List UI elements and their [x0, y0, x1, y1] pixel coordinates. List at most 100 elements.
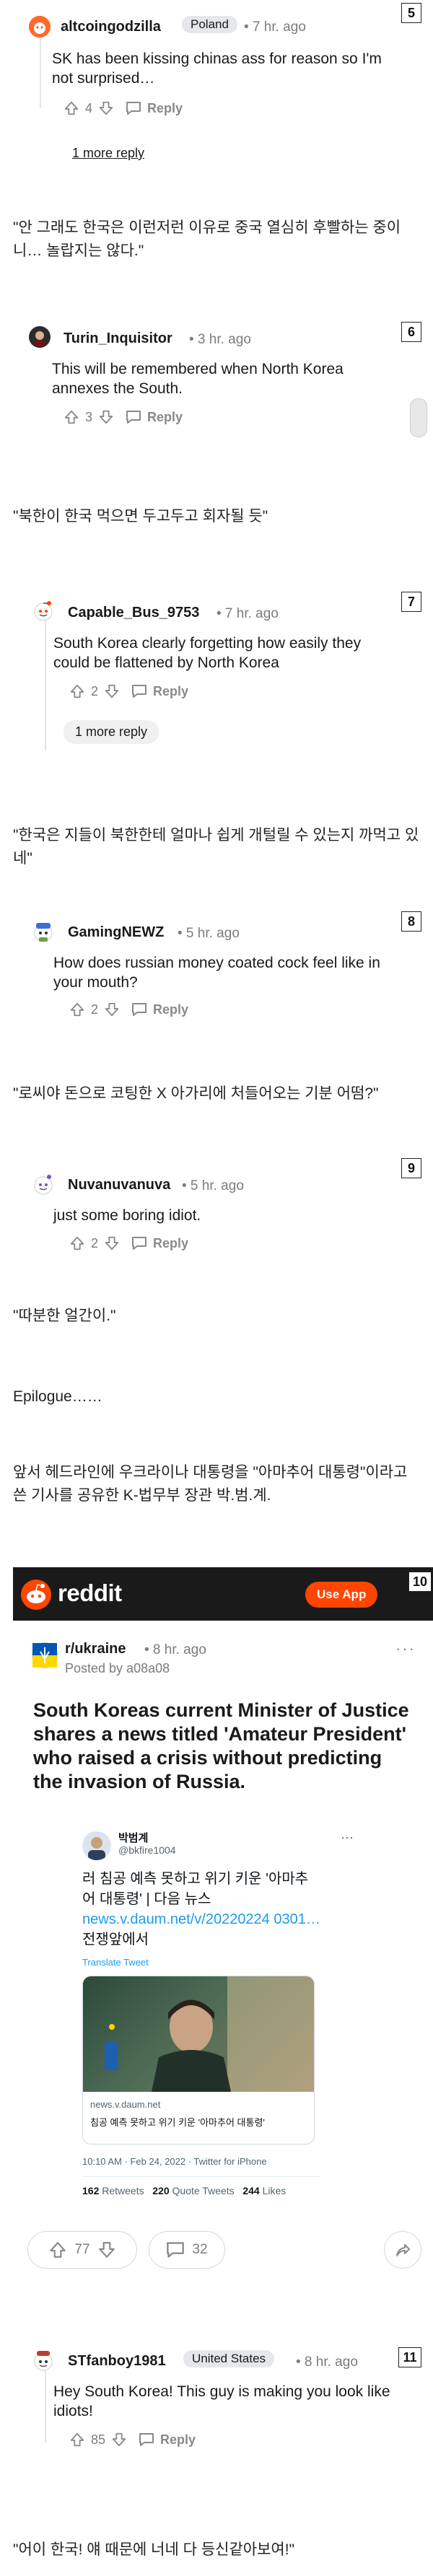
vote-count: 2: [91, 1002, 99, 1017]
more-replies-button[interactable]: 1 more reply: [64, 720, 159, 744]
timestamp: • 5 hr. ago: [182, 1178, 244, 1193]
translate-tweet-link[interactable]: Translate Tweet: [82, 1957, 149, 1968]
downvote-icon[interactable]: [98, 409, 114, 425]
post-title[interactable]: South Koreas current Minister of Justice…: [33, 1699, 416, 1794]
tweet-trail: 전쟁앞에서: [82, 1932, 149, 1948]
reddit-app-header: reddit Use App 10: [13, 1567, 433, 1621]
downvote-icon[interactable]: [111, 2432, 127, 2448]
comment-number: 5: [401, 3, 421, 23]
comment-number: 6: [401, 322, 421, 342]
use-app-button[interactable]: Use App: [305, 1582, 378, 1608]
downvote-icon[interactable]: [98, 100, 114, 116]
speech-bubble-icon: [132, 685, 147, 698]
avatar[interactable]: [32, 1173, 53, 1195]
comment-text: This will be remembered when North Korea…: [52, 361, 344, 397]
upvote-icon[interactable]: [48, 2240, 67, 2259]
retweet-label: Retweets: [102, 2185, 144, 2196]
comment-text: SK has been kissing chinas ass for reaso…: [52, 51, 382, 87]
timestamp: • 7 hr. ago: [244, 19, 306, 35]
username[interactable]: Nuvanuvanuva: [68, 1177, 170, 1193]
avatar[interactable]: [29, 16, 51, 38]
comment-8: GamingNEWZ • 5 hr. ago How does russian …: [0, 906, 433, 1028]
tweet-more-icon[interactable]: ···: [341, 1830, 354, 1845]
comment-11: STfanboy1981 United States • 8 hr. ago H…: [0, 2334, 433, 2457]
vote-count: 4: [85, 100, 93, 115]
tweet-stats: 162 Retweets 220 Quote Tweets 244 Likes: [82, 2185, 286, 2196]
tweet-avatar[interactable]: [82, 1831, 111, 1860]
comment-number: 7: [401, 592, 421, 612]
username[interactable]: GamingNEWZ: [68, 924, 164, 941]
downvote-icon[interactable]: [97, 2240, 116, 2259]
avatar[interactable]: [32, 2349, 53, 2371]
translation-6: "어이 한국! 얘 때문에 너네 다 등신같아보여!": [13, 2541, 295, 2558]
avatar[interactable]: [29, 326, 51, 348]
timestamp: • 8 hr. ago: [296, 2354, 358, 2370]
embedded-tweet[interactable]: 박범계 @bkfire1004 ··· 러 침공 예측 못하고 위기 키운 '아…: [82, 1827, 371, 2188]
reply-button[interactable]: Reply: [126, 410, 183, 425]
post-comments-pill[interactable]: 32: [149, 2231, 225, 2269]
post-timestamp: • 8 hr. ago: [144, 1642, 206, 1657]
link-card[interactable]: news.v.daum.net 침공 예측 못하고 위기 키운 '아마추어 대통…: [82, 1976, 315, 2145]
username[interactable]: Turin_Inquisitor: [64, 330, 172, 347]
user-flair: United States: [183, 2350, 275, 2367]
username[interactable]: Capable_Bus_9753: [68, 605, 199, 621]
reply-label: Reply: [147, 100, 183, 115]
tweet-text-main: 러 침공 예측 못하고 위기 키운 '아마추어 대통령' | 다음 뉴스: [82, 1871, 309, 1907]
avatar[interactable]: [32, 920, 53, 942]
tweet-author-name[interactable]: 박범계: [118, 1830, 148, 1845]
posted-by[interactable]: Posted by a08a08: [65, 1661, 170, 1676]
reply-button[interactable]: Reply: [126, 101, 183, 116]
upvote-icon[interactable]: [69, 1235, 85, 1251]
post-vote-pill: 77: [27, 2231, 137, 2269]
comment-text: South Korea clearly forgetting how easil…: [53, 635, 362, 671]
timestamp: • 3 hr. ago: [189, 332, 251, 347]
scrollbar-handle[interactable]: [410, 398, 427, 437]
reply-button[interactable]: Reply: [131, 1236, 188, 1251]
speech-bubble-icon: [139, 2433, 154, 2446]
vote-count: 2: [91, 683, 99, 698]
comment-actions: 2 Reply: [69, 999, 188, 1020]
tweet-divider: [82, 2176, 320, 2177]
upvote-icon[interactable]: [69, 1002, 85, 1017]
more-replies-link[interactable]: 1 more reply: [72, 146, 144, 161]
thread-line: [40, 36, 41, 108]
reddit-logo-icon[interactable]: [20, 1579, 52, 1611]
more-options-icon[interactable]: ···: [395, 1639, 416, 1658]
subreddit-icon[interactable]: [32, 1642, 58, 1668]
downvote-icon[interactable]: [104, 1002, 120, 1017]
username[interactable]: altcoingodzilla: [61, 19, 161, 35]
epilogue-text: 앞서 헤드라인에 우크라이나 대통령을 "아마추어 대통령"이라고 쓴 기사를 …: [13, 1464, 408, 1504]
share-button[interactable]: [384, 2231, 421, 2269]
epilogue-title: Epilogue……: [13, 1388, 102, 1405]
username[interactable]: STfanboy1981: [68, 2353, 166, 2370]
comment-icon: [167, 2242, 185, 2258]
timestamp: • 5 hr. ago: [178, 926, 240, 941]
upvote-icon[interactable]: [69, 2432, 85, 2448]
upvote-icon[interactable]: [64, 100, 79, 116]
reply-button[interactable]: Reply: [131, 684, 188, 699]
translation-5: "따분한 얼간이.": [13, 1307, 116, 1324]
link-card-domain: news.v.daum.net: [90, 2099, 161, 2110]
reddit-wordmark: reddit: [58, 1580, 122, 1606]
downvote-icon[interactable]: [104, 1235, 120, 1251]
speech-bubble-icon: [132, 1237, 147, 1250]
reply-button[interactable]: Reply: [131, 1002, 188, 1017]
screenshot-number: 10: [408, 1572, 432, 1592]
subreddit-name[interactable]: r/ukraine: [65, 1641, 126, 1657]
downvote-icon[interactable]: [104, 683, 120, 699]
translation-2: "북한이 한국 먹으면 두고두고 회자될 듯": [13, 508, 268, 525]
tweet-link[interactable]: news.v.daum.net/v/20220224 0301…: [82, 1911, 320, 1927]
reply-button[interactable]: Reply: [139, 2432, 196, 2448]
reply-label: Reply: [153, 683, 189, 698]
thread-line: [45, 2370, 46, 2443]
post-action-bar: 77 32: [27, 2231, 424, 2270]
translation-3: "한국은 지들이 북한한테 얼마나 쉽게 개털릴 수 있는지 까먹고 있네": [13, 827, 419, 867]
avatar[interactable]: [32, 599, 53, 621]
reply-label: Reply: [153, 1235, 189, 1250]
tweet-text: 러 침공 예측 못하고 위기 키운 '아마추어 대통령' | 다음 뉴스 new…: [82, 1869, 320, 1950]
tweet-author-handle[interactable]: @bkfire1004: [118, 1844, 176, 1856]
upvote-icon[interactable]: [64, 409, 79, 425]
upvote-icon[interactable]: [69, 683, 85, 699]
retweet-count: 162: [82, 2185, 100, 2196]
comment-text: How does russian money coated cock feel …: [53, 955, 380, 991]
